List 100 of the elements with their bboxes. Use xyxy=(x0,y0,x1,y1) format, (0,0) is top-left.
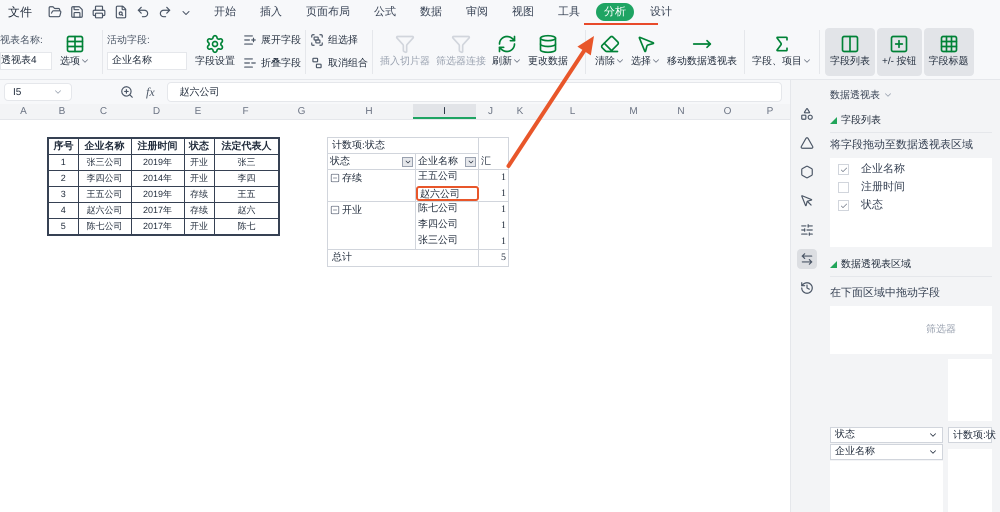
column-header[interactable]: K xyxy=(505,104,535,119)
ribbon-tab[interactable]: 插入 xyxy=(252,2,290,22)
pivot-cell-text: 1 xyxy=(500,171,507,185)
ribbon-button[interactable]: 移动数据透视表 xyxy=(667,34,737,69)
side-tool-button[interactable] xyxy=(796,249,816,269)
triangle-icon xyxy=(830,116,837,124)
ribbon-button[interactable]: 清除 xyxy=(595,34,625,69)
column-header[interactable]: J xyxy=(476,104,505,119)
pivot-cell: 王五公司 xyxy=(416,170,479,186)
table-cell: 2019年 xyxy=(131,154,184,170)
formula-input[interactable]: 赵六公司 xyxy=(166,82,782,102)
ribbon-tab[interactable]: 公式 xyxy=(366,2,404,22)
list-plus-icon xyxy=(243,33,257,47)
checkbox[interactable] xyxy=(838,164,849,175)
checkbox[interactable] xyxy=(838,182,849,193)
checkbox[interactable] xyxy=(838,200,849,211)
settings-icon xyxy=(205,34,225,54)
pivot-cell: 李四公司 xyxy=(416,218,479,234)
pivot-cell-text: 1 xyxy=(500,187,507,201)
tool-icon xyxy=(800,165,814,179)
ribbon-tab[interactable]: 页面布局 xyxy=(298,2,358,22)
ribbon-button[interactable]: 刷新 xyxy=(492,34,522,69)
column-header[interactable]: A xyxy=(0,104,47,119)
collapse-field-button[interactable]: 折叠字段 xyxy=(243,56,301,70)
pivot-cell: 张三公司 xyxy=(416,234,479,249)
table-cell: 存续 xyxy=(184,186,214,202)
table-header: 状态 xyxy=(184,138,214,154)
toggle-button[interactable]: 字段标题 xyxy=(924,28,974,76)
undo-icon[interactable] xyxy=(136,5,150,19)
options-button[interactable]: 选项 xyxy=(60,34,90,69)
column-header[interactable]: I xyxy=(413,104,476,119)
pivot-total-value: 5 xyxy=(500,251,507,265)
print-icon[interactable] xyxy=(92,5,106,19)
column-header[interactable]: N xyxy=(657,104,705,119)
column-header[interactable]: G xyxy=(278,104,325,119)
column-header[interactable]: M xyxy=(610,104,657,119)
tool-icon xyxy=(395,34,415,54)
pivot-total-label: 总计 xyxy=(328,250,479,266)
column-header[interactable]: D xyxy=(130,104,183,119)
ribbon-button[interactable]: 更改数据 xyxy=(528,34,568,69)
ribbon-tab[interactable]: 开始 xyxy=(206,2,244,22)
collapse-icon[interactable] xyxy=(330,205,340,215)
pivot-name-field[interactable]: 透视表4 xyxy=(0,52,52,70)
toggle-button[interactable]: +/- 按钮 xyxy=(877,28,922,76)
ribbon-button[interactable]: 选择 xyxy=(631,34,661,69)
triangle-icon xyxy=(830,261,837,268)
column-header[interactable]: H xyxy=(325,104,413,119)
ribbon-tab[interactable]: 审阅 xyxy=(458,2,496,22)
open-icon[interactable] xyxy=(48,5,62,19)
column-header[interactable]: P xyxy=(750,104,790,119)
tool-icon xyxy=(800,194,814,208)
field-name[interactable]: 企业名称 xyxy=(861,161,905,178)
field-name[interactable]: 状态 xyxy=(861,197,883,214)
table-header: 序号 xyxy=(48,138,78,154)
list-minus-icon xyxy=(243,56,257,70)
field-name[interactable]: 注册时间 xyxy=(861,179,905,196)
active-field-input[interactable]: 企业名称 xyxy=(107,52,187,70)
group-selection-button[interactable]: 组选择 xyxy=(310,32,368,48)
column-header[interactable]: E xyxy=(183,104,213,119)
tool-icon xyxy=(451,34,471,54)
pivot-header: 企业名称 xyxy=(418,154,458,169)
ungroup-button[interactable]: 取消组合 xyxy=(310,56,368,70)
filter-dropdown[interactable] xyxy=(465,156,476,166)
ribbon-tab[interactable]: 工具 xyxy=(550,2,588,22)
panel-title[interactable]: 数据透视表 xyxy=(830,88,992,103)
toggle-button[interactable]: 字段列表 xyxy=(825,28,875,76)
save-icon[interactable] xyxy=(70,5,84,19)
column-header[interactable]: B xyxy=(47,104,77,119)
filter-dropdown[interactable] xyxy=(402,156,413,166)
pivot-row-label: 开业 xyxy=(342,204,362,218)
row-field-chip[interactable]: 企业名称 xyxy=(830,444,943,460)
table-cell: 3 xyxy=(48,186,78,202)
ribbon-tab[interactable]: 数据 xyxy=(412,2,450,22)
row-field-chip[interactable]: 状态 xyxy=(830,426,943,443)
pivot-row-label: 存续 xyxy=(342,172,362,186)
file-menu[interactable]: 文件 xyxy=(0,3,40,21)
table-header: 法定代表人 xyxy=(214,138,279,154)
table-cell: 开业 xyxy=(184,154,214,170)
name-box[interactable]: I5 xyxy=(4,83,72,101)
redo-icon[interactable] xyxy=(158,5,172,19)
expand-field-button[interactable]: 展开字段 xyxy=(243,32,301,48)
table-cell: 赵六 xyxy=(214,202,279,218)
table-cell: 1 xyxy=(48,154,78,170)
preview-icon[interactable] xyxy=(114,5,128,19)
ungroup-icon xyxy=(310,56,324,70)
field-settings-button[interactable]: 字段设置 xyxy=(195,34,235,69)
column-header[interactable]: O xyxy=(705,104,750,119)
table-cell: 2014年 xyxy=(131,170,184,186)
collapse-icon[interactable] xyxy=(330,173,340,183)
column-header[interactable]: L xyxy=(535,104,610,119)
ribbon-tab[interactable]: 视图 xyxy=(504,2,542,22)
area-hint: 在下面区域中拖动字段 xyxy=(830,286,941,302)
ribbon-tab[interactable]: 设计 xyxy=(642,2,680,22)
zoom-icon[interactable] xyxy=(120,85,134,99)
column-header[interactable]: F xyxy=(213,104,278,119)
check-icon xyxy=(840,202,848,210)
column-header[interactable]: C xyxy=(77,104,130,119)
group-icon xyxy=(310,33,324,47)
ribbon-button[interactable]: 字段、项目 xyxy=(752,34,812,69)
toggle-icon xyxy=(840,34,860,54)
